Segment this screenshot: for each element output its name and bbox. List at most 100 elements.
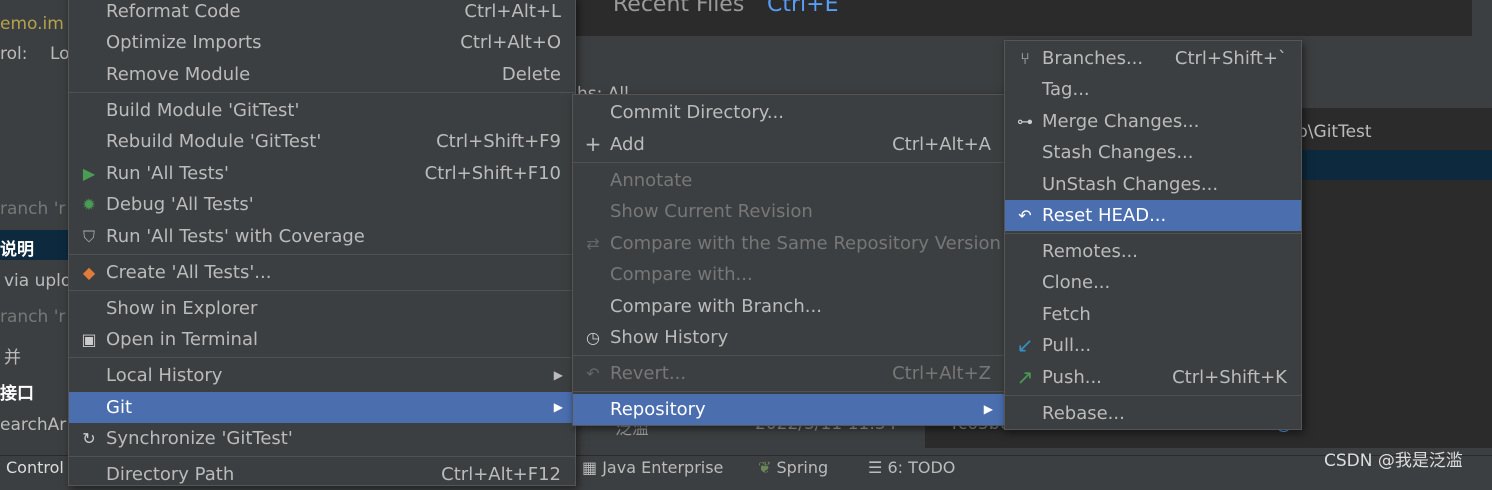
terminal-icon: ▣ — [81, 330, 97, 349]
menu-item-commit-directory[interactable]: Commit Directory... — [573, 97, 1005, 128]
menu-item-run-with-coverage[interactable]: ⛉ Run 'All Tests' with Coverage — [69, 221, 575, 252]
menu-item-rebase[interactable]: Rebase... — [1005, 398, 1301, 429]
menu-item-branches[interactable]: ⑂ Branches... Ctrl+Shift+` — [1005, 43, 1301, 74]
menu-item-show-current-revision[interactable]: Show Current Revision — [573, 196, 1005, 227]
menu-separator — [1005, 395, 1301, 396]
menu-item-remove-module[interactable]: Remove Module Delete — [69, 59, 575, 90]
left-fragment-7: ranch 'r — [0, 307, 66, 327]
menu-item-label: Commit Directory... — [610, 102, 784, 123]
git-submenu: Commit Directory... + Add Ctrl+Alt+A Anno… — [572, 94, 1006, 426]
menu-item-pull[interactable]: ↙ Pull... — [1005, 330, 1301, 361]
revert-icon: ↶ — [586, 364, 600, 383]
menu-item-shortcut: Ctrl+Alt+L — [464, 1, 561, 22]
push-arrow-icon: ↗ — [1016, 365, 1034, 389]
submenu-arrow-icon: ▶ — [983, 402, 993, 416]
menu-item-label: Run 'All Tests' with Coverage — [106, 226, 365, 247]
left-fragment-2: rol: — [0, 44, 28, 64]
menu-item-shortcut: Ctrl+Shift+K — [1172, 367, 1287, 388]
bottom-tab-todo[interactable]: ☰ 6: TODO — [868, 458, 955, 477]
menu-item-unstash-changes[interactable]: UnStash Changes... — [1005, 169, 1301, 200]
path-fragment: p\GitTest — [1297, 122, 1372, 142]
menu-item-optimize-imports[interactable]: Optimize Imports Ctrl+Alt+O — [69, 27, 575, 58]
bottom-tab-label: Spring — [776, 458, 829, 477]
menu-item-shortcut: Ctrl+Alt+Z — [892, 363, 991, 384]
menu-item-label: Repository — [610, 399, 706, 420]
menu-item-run-all-tests[interactable]: ▶ Run 'All Tests' Ctrl+Shift+F10 — [69, 158, 575, 189]
menu-item-label: Show History — [610, 327, 729, 348]
menu-item-show-in-explorer[interactable]: Show in Explorer — [69, 293, 575, 324]
menu-item-fetch[interactable]: Fetch — [1005, 299, 1301, 330]
menu-item-build-module[interactable]: Build Module 'GitTest' — [69, 95, 575, 126]
menu-item-label: Pull... — [1042, 335, 1092, 356]
repository-submenu: ⑂ Branches... Ctrl+Shift+` Tag... ⊶ Merge… — [1004, 40, 1302, 430]
menu-item-label: Synchronize 'GitTest' — [106, 428, 293, 449]
menu-item-label: Stash Changes... — [1042, 142, 1194, 163]
left-fragment-4: ranch 'r — [0, 199, 66, 219]
menu-item-create-all-tests[interactable]: ◆ Create 'All Tests'... — [69, 257, 575, 288]
menu-item-label: Show in Explorer — [106, 298, 258, 319]
left-fragment-10: earchAr — [0, 415, 67, 435]
menu-item-annotate[interactable]: Annotate — [573, 165, 1005, 196]
pull-arrow-icon: ↙ — [1016, 333, 1034, 357]
menu-item-merge-changes[interactable]: ⊶ Merge Changes... — [1005, 106, 1301, 137]
menu-item-label: Create 'All Tests'... — [106, 262, 272, 283]
menu-item-compare-with-branch[interactable]: Compare with Branch... — [573, 291, 1005, 322]
menu-item-label: Git — [106, 397, 133, 418]
menu-item-repository[interactable]: Repository ▶ — [573, 394, 1005, 425]
menu-separator — [573, 162, 1005, 163]
menu-item-label: UnStash Changes... — [1042, 174, 1219, 195]
create-test-icon: ◆ — [82, 263, 96, 282]
coverage-shield-icon: ⛉ — [82, 227, 95, 246]
menu-item-label: Push... — [1042, 367, 1102, 388]
menu-item-shortcut: Ctrl+Shift+F9 — [436, 131, 561, 152]
submenu-arrow-icon: ▶ — [553, 368, 563, 382]
menu-item-local-history[interactable]: Local History ▶ — [69, 360, 575, 391]
menu-item-label: Revert... — [610, 363, 687, 384]
menu-separator — [69, 456, 575, 457]
menu-item-label: Merge Changes... — [1042, 111, 1200, 132]
menu-item-label: Show Current Revision — [610, 201, 813, 222]
menu-item-git[interactable]: Git ▶ — [69, 392, 575, 423]
menu-item-compare-same-repo[interactable]: ⇄ Compare with the Same Repository Versi… — [573, 228, 1005, 259]
menu-item-shortcut: Ctrl+Alt+O — [460, 32, 561, 53]
merge-icon: ⊶ — [1017, 112, 1033, 131]
menu-item-synchronize[interactable]: ↻ Synchronize 'GitTest' — [69, 423, 575, 454]
bottom-tab-spring[interactable]: ❦ Spring — [758, 458, 828, 477]
recent-files-hint: Recent Files — [613, 0, 745, 17]
menu-item-show-history[interactable]: ◷ Show History — [573, 322, 1005, 353]
menu-item-label: Directory Path — [106, 464, 235, 485]
menu-item-open-in-terminal[interactable]: ▣ Open in Terminal — [69, 324, 575, 355]
menu-item-reset-head[interactable]: ↶ Reset HEAD... — [1005, 200, 1301, 231]
menu-item-label: Fetch — [1042, 304, 1091, 325]
menu-item-label: Branches... — [1042, 48, 1144, 69]
reset-undo-icon: ↶ — [1018, 206, 1032, 225]
menu-item-revert[interactable]: ↶ Revert... Ctrl+Alt+Z — [573, 358, 1005, 389]
menu-item-add[interactable]: + Add Ctrl+Alt+A — [573, 129, 1005, 160]
menu-item-reformat-code[interactable]: Reformat Code Ctrl+Alt+L — [69, 0, 575, 27]
bottom-tab-control[interactable]: Control — [6, 458, 64, 477]
menu-item-directory-path[interactable]: Directory Path Ctrl+Alt+F12 — [69, 459, 575, 490]
menu-item-rebuild-module[interactable]: Rebuild Module 'GitTest' Ctrl+Shift+F9 — [69, 126, 575, 157]
sync-icon: ↻ — [82, 429, 96, 448]
bottom-tab-java-enterprise[interactable]: ▦ Java Enterprise — [582, 458, 723, 477]
menu-separator — [573, 391, 1005, 392]
debug-bug-icon: ✹ — [82, 195, 96, 214]
menu-item-remotes[interactable]: Remotes... — [1005, 236, 1301, 267]
menu-item-compare-with[interactable]: Compare with... — [573, 259, 1005, 290]
submenu-arrow-icon: ▶ — [553, 400, 563, 414]
menu-item-push[interactable]: ↗ Push... Ctrl+Shift+K — [1005, 362, 1301, 393]
menu-item-debug-all-tests[interactable]: ✹ Debug 'All Tests' — [69, 189, 575, 220]
menu-item-shortcut: Ctrl+Alt+F12 — [441, 464, 561, 485]
menu-item-label: Reset HEAD... — [1042, 205, 1167, 226]
bottom-tab-label: Java Enterprise — [602, 458, 724, 477]
menu-item-tag[interactable]: Tag... — [1005, 74, 1301, 105]
menu-item-label: Build Module 'GitTest' — [106, 100, 300, 121]
menu-item-stash-changes[interactable]: Stash Changes... — [1005, 137, 1301, 168]
menu-item-shortcut: Ctrl+Shift+F10 — [424, 163, 561, 184]
left-fragment-3: Lo — [50, 44, 70, 64]
menu-separator — [69, 290, 575, 291]
watermark: CSDN @我是泛滥 — [1324, 451, 1463, 471]
branch-icon: ⑂ — [1020, 49, 1030, 68]
menu-item-clone[interactable]: Clone... — [1005, 267, 1301, 298]
project-context-menu: Reformat Code Ctrl+Alt+L Optimize Imports… — [68, 0, 576, 486]
